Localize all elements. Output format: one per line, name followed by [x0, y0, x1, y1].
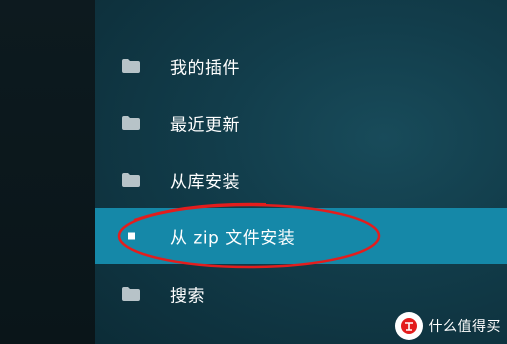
smzdm-logo-icon	[394, 312, 423, 340]
menu-item-install-from-zip[interactable]: 从 zip 文件安装	[95, 208, 507, 264]
menu-item-install-from-repo[interactable]: 从库安装	[95, 152, 507, 208]
menu-item-my-addons[interactable]: 我的插件	[95, 38, 507, 94]
folder-icon	[122, 173, 140, 187]
menu-item-label: 最近更新	[170, 115, 240, 136]
folder-icon	[122, 116, 140, 130]
folder-icon	[122, 59, 140, 73]
folder-icon	[122, 287, 140, 301]
watermark-text: 什么值得买	[428, 319, 501, 335]
menu-item-label: 从 zip 文件安装	[170, 228, 296, 249]
menu-item-label: 我的插件	[170, 58, 240, 79]
left-sidebar-strip	[0, 0, 95, 344]
selection-square-icon	[128, 232, 135, 240]
watermark: 什么值得买	[394, 312, 502, 340]
menu-item-recently-updated[interactable]: 最近更新	[95, 95, 507, 151]
menu-item-label: 从库安装	[170, 172, 240, 193]
menu-item-label: 搜索	[170, 286, 205, 307]
